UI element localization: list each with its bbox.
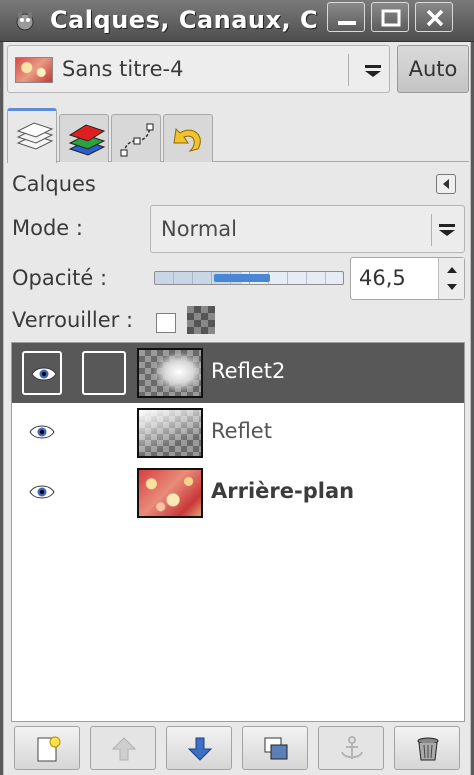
- opacity-spinbox[interactable]: 46,5: [350, 257, 465, 300]
- layer-row[interactable]: Arrière-plan: [12, 463, 464, 523]
- image-thumbnail: [15, 57, 53, 83]
- spin-up-down-icon: [447, 267, 457, 290]
- eye-icon: [29, 425, 55, 439]
- mode-label: Mode :: [12, 216, 83, 240]
- visibility-toggle[interactable]: [22, 471, 62, 515]
- dropdown-arrow-icon: [365, 65, 381, 77]
- duplicate-icon: [264, 737, 288, 760]
- undo-history-icon: [173, 127, 201, 152]
- layer-thumbnail: [137, 408, 203, 458]
- dropdown-arrow-icon: [439, 224, 455, 236]
- dock-tabs: [7, 106, 469, 163]
- arrow-up-icon: [111, 737, 137, 761]
- auto-button[interactable]: Auto: [397, 45, 469, 93]
- layer-name[interactable]: Reflet: [211, 419, 272, 443]
- mode-value: Normal: [161, 217, 237, 241]
- minimize-button[interactable]: [327, 2, 365, 32]
- eye-icon: [29, 485, 55, 499]
- opacity-spin-buttons[interactable]: [438, 258, 464, 299]
- window-title: Calques, Canaux, C: [50, 6, 319, 34]
- mode-select-divider: [431, 214, 432, 246]
- chevron-left-icon: [443, 179, 449, 189]
- opacity-slider[interactable]: [154, 271, 344, 285]
- visibility-toggle[interactable]: [22, 351, 62, 395]
- layers-list[interactable]: Reflet2 Reflet Arrière-plan: [11, 342, 465, 722]
- layer-row[interactable]: Reflet: [12, 403, 464, 463]
- maximize-button[interactable]: [371, 2, 409, 32]
- arrow-down-icon: [187, 737, 213, 761]
- new-layer-icon: [37, 736, 61, 762]
- paths-icon: [120, 123, 154, 157]
- tab-menu-button[interactable]: [436, 174, 456, 194]
- lock-label: Verrouiller :: [12, 308, 134, 332]
- channels-tab[interactable]: [59, 114, 109, 162]
- layer-thumbnail: [137, 348, 203, 398]
- image-selector-divider: [348, 54, 349, 86]
- duplicate-layer-button[interactable]: [242, 726, 308, 770]
- trash-icon: [417, 737, 439, 761]
- anchor-icon: [341, 736, 363, 759]
- opacity-slider-handle[interactable]: [214, 274, 270, 282]
- channels-icon: [68, 124, 106, 156]
- lock-pixels-checkbox[interactable]: [156, 313, 176, 333]
- visibility-toggle[interactable]: [22, 411, 62, 455]
- lower-layer-button[interactable]: [166, 726, 232, 770]
- layer-name[interactable]: Reflet2: [211, 359, 285, 383]
- anchor-layer-button[interactable]: [318, 726, 384, 770]
- eye-icon: [31, 367, 57, 381]
- image-name: Sans titre-4: [62, 57, 184, 81]
- opacity-label: Opacité :: [12, 266, 108, 290]
- layers-tab[interactable]: [7, 108, 57, 163]
- minimize-icon: [338, 21, 356, 25]
- maximize-icon: [381, 9, 401, 27]
- image-selector[interactable]: Sans titre-4: [7, 45, 390, 93]
- layer-row[interactable]: Reflet2: [12, 343, 464, 403]
- raise-layer-button[interactable]: [90, 726, 156, 770]
- dock-title: Calques: [12, 172, 96, 196]
- gimp-app-icon: [16, 12, 34, 31]
- layer-thumbnail: [137, 468, 203, 518]
- title-bar[interactable]: Calques, Canaux, C: [0, 0, 474, 42]
- close-button[interactable]: [415, 2, 453, 32]
- mode-select[interactable]: Normal: [150, 205, 465, 253]
- close-icon: [426, 9, 444, 27]
- layers-icon: [16, 122, 54, 150]
- undo-history-tab[interactable]: [163, 114, 213, 162]
- delete-layer-button[interactable]: [394, 726, 460, 770]
- layer-name[interactable]: Arrière-plan: [211, 479, 354, 503]
- layers-dock-panel: Sans titre-4 Auto Calques Mode: Normal …: [3, 42, 471, 775]
- layers-button-bar: [7, 722, 469, 774]
- paths-tab[interactable]: [111, 114, 161, 162]
- opacity-value: 46,5: [359, 266, 406, 290]
- new-layer-button[interactable]: [14, 726, 80, 770]
- link-toggle[interactable]: [82, 351, 126, 395]
- lock-alpha-icon[interactable]: [187, 306, 215, 334]
